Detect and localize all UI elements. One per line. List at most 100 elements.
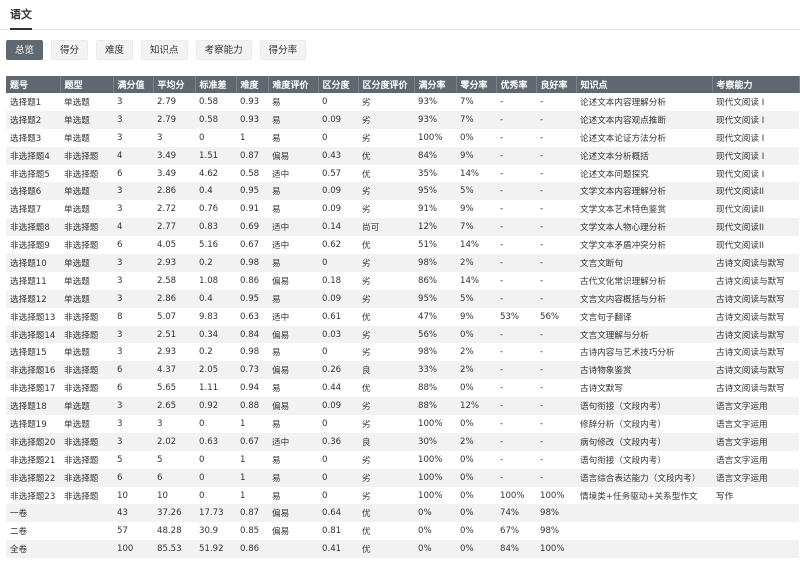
table-cell: 0 [318,128,358,147]
table-cell: 非选择题16 [6,361,60,380]
table-cell: 0.92 [195,397,236,416]
table-cell: 0.87 [236,504,268,523]
tab-knowledge[interactable]: 知识点 [141,40,188,60]
table-cell: 0 [318,450,358,469]
table-cell: - [536,450,576,469]
table-cell: 0.73 [236,361,268,380]
table-cell: 现代文阅读 I [712,146,799,165]
table-cell: 论述文本问题探究 [576,164,712,183]
table-cell: 非选择题 [60,450,113,469]
tab-chinese[interactable]: 语文 [10,6,32,30]
table-cell: - [496,164,536,183]
column-header[interactable]: 区分度评价 [358,76,415,93]
tab-ability[interactable]: 考察能力 [195,40,252,60]
table-cell: 良 [358,432,414,451]
table-cell: 现代文阅读II [712,200,799,219]
column-header[interactable]: 满分值 [113,76,154,93]
table-cell: 偏易 [268,522,318,541]
table-cell: 8 [113,307,153,326]
table-cell: 非选择题 [60,164,113,183]
table-cell: 5.65 [153,379,195,398]
table-cell: 37.26 [153,504,195,523]
table-cell: 4.37 [153,361,195,380]
column-header[interactable]: 难度 [236,76,269,93]
table-cell: 0.41 [318,540,358,559]
table-cell: 全卷 [6,540,60,559]
table-cell: 100% [496,486,536,505]
column-header[interactable]: 难度评价 [268,76,319,93]
column-header[interactable]: 考察能力 [712,76,800,93]
table-cell: 0.09 [318,182,358,201]
table-cell: 0.93 [236,110,268,129]
table-cell: - [536,200,576,219]
table-cell: 易 [268,200,318,219]
table-row: 选择题6 单选题 3 2.86 0.4 0.95 易 0.09 劣 95% 5% - - 文学文本内容理解… [6,182,799,201]
table-cell: 3 [113,415,153,433]
column-header[interactable]: 零分率 [456,76,497,93]
table-cell: 文言句子翻译 [576,307,712,326]
tab-difficulty[interactable]: 难度 [96,40,134,60]
table-cell: 5.16 [195,236,236,255]
table-cell: 语句衔接（文段内考） [576,397,712,416]
table-cell: 偏易 [268,325,318,344]
column-header[interactable]: 标准差 [195,76,237,93]
table-cell: 2.65 [153,397,195,416]
table-cell: 0.63 [195,432,236,451]
table-cell: 0.58 [236,164,268,183]
table-cell [576,540,712,559]
table-cell: 语言文字运用 [712,432,799,451]
table-cell: 100% [414,486,456,505]
table-cell: - [496,182,536,201]
column-header[interactable]: 知识点 [576,76,713,93]
column-header[interactable]: 良好率 [536,76,577,93]
table-cell: - [536,325,576,344]
table-row: 选择题3 单选题 3 3 0 1 易 0 劣 100% 0% - - 论述文本论证方法分析 现代文阅读 I [6,128,799,147]
table-cell [712,540,799,559]
table-cell: 非选择题 [60,146,113,165]
column-header[interactable]: 优秀率 [496,76,537,93]
table-cell: 优 [358,504,414,523]
table-cell: 5% [456,289,496,308]
table-cell: 劣 [358,343,414,362]
table-cell: 1.11 [195,379,236,398]
column-header[interactable]: 区分度 [318,76,359,93]
table-cell: 5% [456,182,496,201]
column-header[interactable]: 题号 [6,76,61,93]
table-cell: 0.63 [236,307,268,326]
table-cell: 易 [268,182,318,201]
table-cell: 非选择题 [60,218,113,237]
table-cell: 二卷 [6,522,60,541]
question-analysis-table: 题号 题型 满分值 平均分 标准差 难度 难度评价 区分度 区分度评价 满分率 零分率 优秀率 良好率知… [6,76,800,559]
table-cell: 0% [456,325,496,344]
table-cell: 易 [268,450,318,469]
table-cell: - [536,415,576,433]
table-cell: 单选题 [60,200,113,219]
table-cell: 98% [536,522,576,541]
column-header[interactable]: 平均分 [153,76,196,93]
table-cell: 91% [414,200,456,219]
table-cell: 95% [414,182,456,201]
table-cell: - [536,379,576,398]
table-cell: 30.9 [195,522,236,541]
column-header[interactable]: 题型 [60,76,114,93]
table-cell: - [536,271,576,290]
table-cell: 优 [358,146,414,165]
tab-score-rate[interactable]: 得分率 [259,40,307,60]
table-cell: 现代文阅读II [712,236,799,255]
table-cell: 0 [318,254,358,272]
column-header[interactable]: 满分率 [414,76,457,93]
table-cell: 非选择题14 [6,325,60,344]
tab-overview[interactable]: 总览 [6,40,44,60]
table-cell: - [496,432,536,451]
table-cell: 7% [456,93,496,111]
table-cell: 0.95 [236,182,268,201]
table-cell: 0.76 [195,200,236,219]
table-row: 一卷 43 37.26 17.73 0.87 偏易 0.64 优 0% 0% 74% 98% [6,504,799,523]
table-cell: 非选择题 [60,307,113,326]
table-cell: 3 [113,254,153,272]
table-row: 非选择题21 非选择题 5 5 0 1 易 0 劣 100% 0% - - 语句衔接（文段内考） 语言文字运… [6,450,799,469]
table-cell: 易 [268,110,318,129]
table-cell: 选择题15 [6,343,60,362]
table-cell: - [536,343,576,362]
tab-score[interactable]: 得分 [51,40,89,60]
